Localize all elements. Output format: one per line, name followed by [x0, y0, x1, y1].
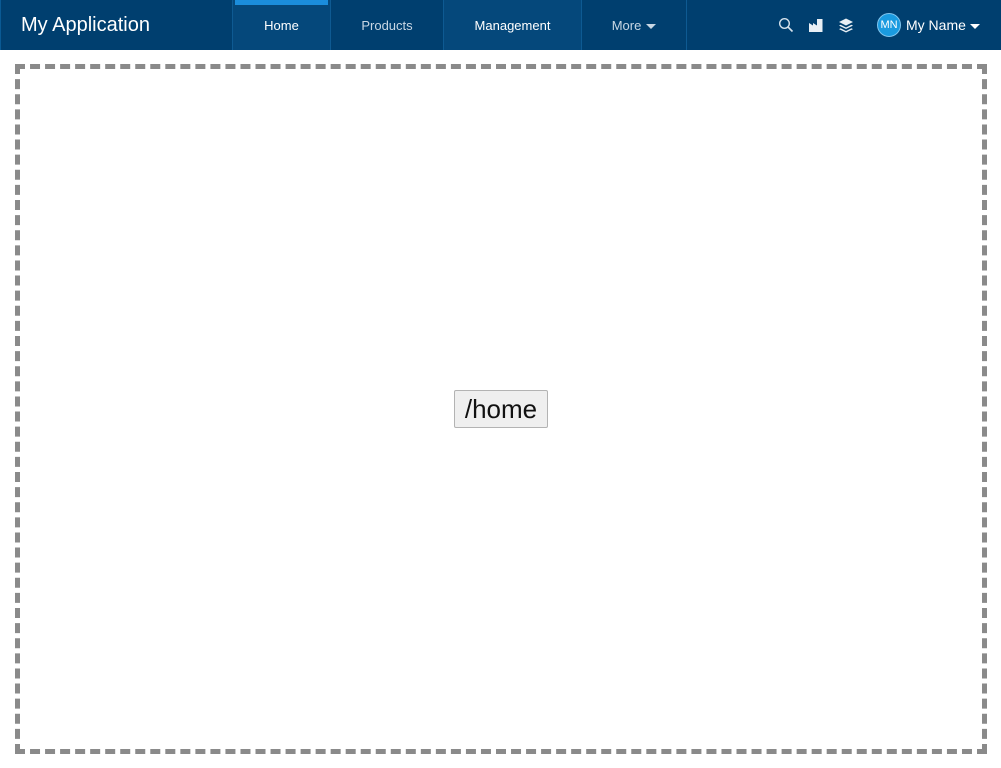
nav-item-label: More	[611, 17, 642, 33]
search-icon[interactable]	[771, 0, 801, 50]
nav-item-management[interactable]: Management	[443, 0, 581, 50]
nav-item-home[interactable]: Home	[232, 0, 330, 50]
user-name: My Name	[906, 17, 966, 33]
top-navigation-bar: My Application Home Products Management …	[0, 0, 1001, 50]
factory-icon[interactable]	[801, 0, 831, 50]
route-button[interactable]: /home	[454, 390, 548, 428]
chevron-down-icon	[969, 23, 980, 29]
main-nav: Home Products Management More	[232, 0, 687, 50]
nav-item-label: Management	[474, 17, 551, 33]
nav-item-products[interactable]: Products	[330, 0, 443, 50]
avatar: MN	[877, 13, 901, 37]
chevron-down-icon	[646, 23, 657, 29]
nav-item-label: Home	[264, 17, 299, 33]
user-menu[interactable]: MN My Name	[877, 13, 980, 37]
app-title[interactable]: My Application	[1, 0, 232, 50]
nav-item-more[interactable]: More	[581, 0, 687, 50]
nav-item-label: Products	[361, 17, 413, 33]
layers-icon[interactable]	[831, 0, 861, 50]
